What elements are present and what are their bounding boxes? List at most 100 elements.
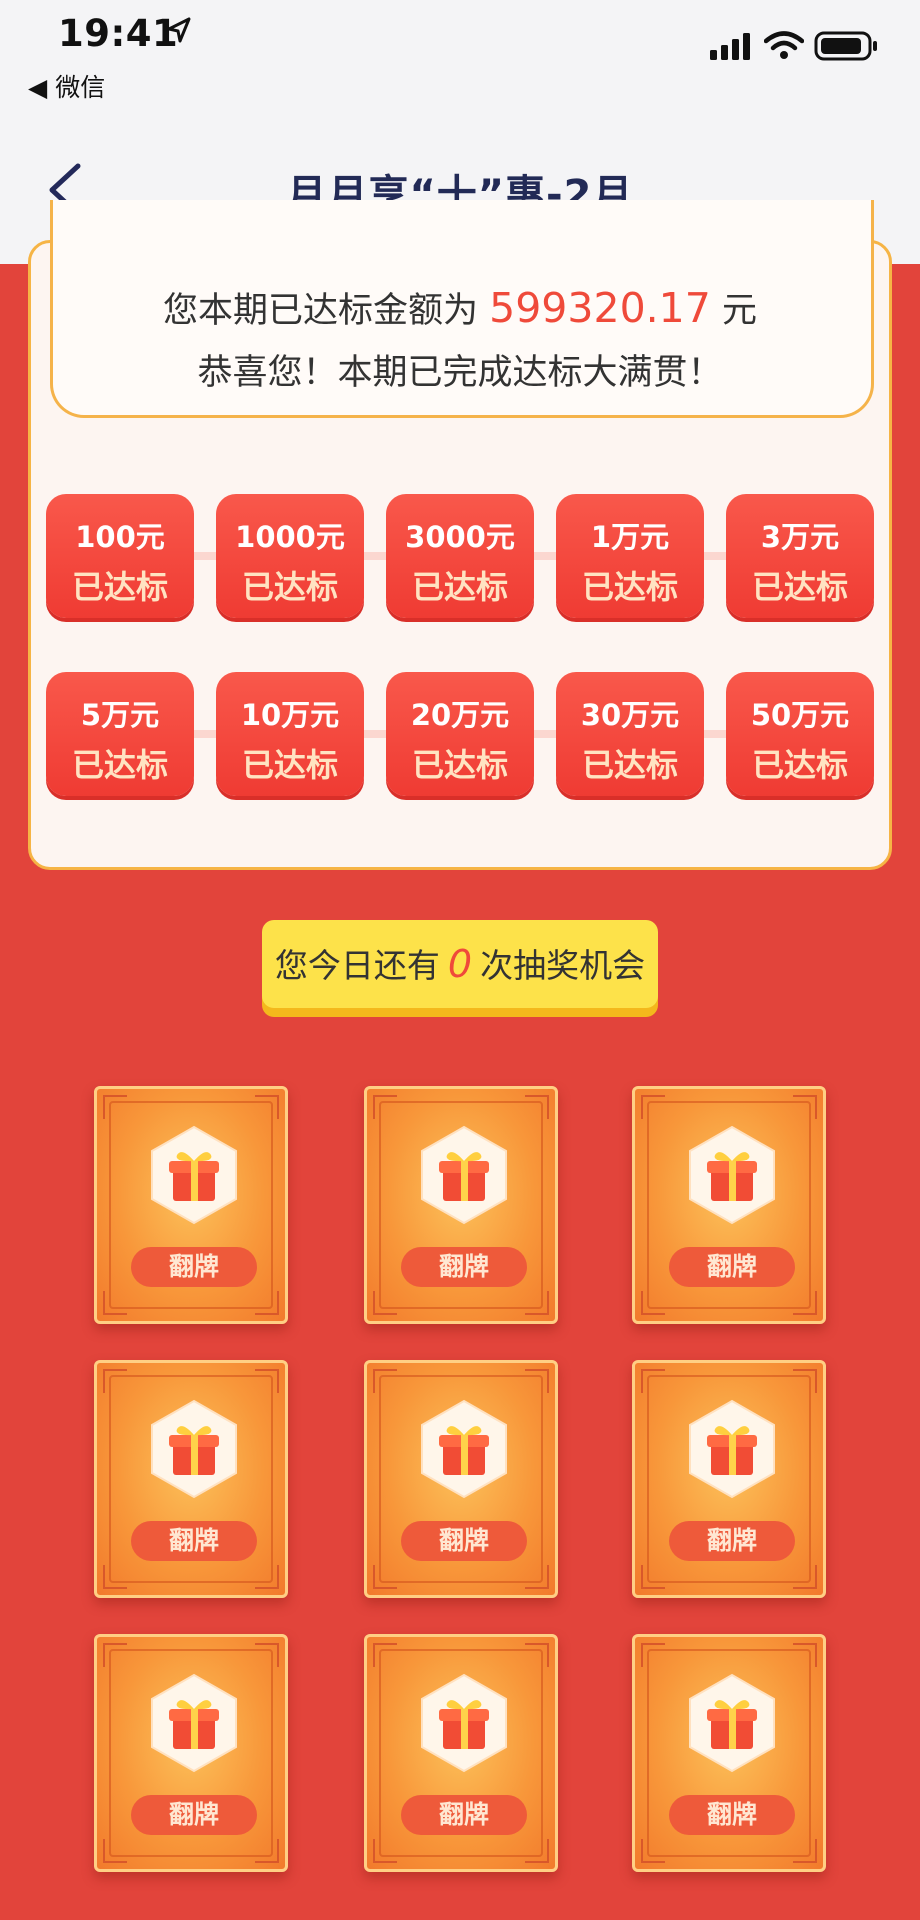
milestone-amount: 1000元 xyxy=(235,520,345,554)
lottery-chances-banner: 您今日还有 0 次抽奖机会 xyxy=(262,920,658,1008)
amount-suffix: 元 xyxy=(722,291,758,331)
milestone-amount: 50万元 xyxy=(750,698,850,732)
gift-icon xyxy=(151,1125,237,1225)
milestone-status: 已达标 xyxy=(751,568,848,606)
signal-icon xyxy=(710,33,750,60)
flip-card[interactable]: 翻牌 xyxy=(632,1634,826,1872)
milestone-row-2: 5万元 已达标 10万元已达标 20万元 已达标 30万元已达标 50万元已达标 xyxy=(0,672,920,796)
flip-card[interactable]: 翻牌 xyxy=(632,1360,826,1598)
milestone-amount: 3万元 xyxy=(760,520,840,554)
flip-card-button[interactable]: 翻牌 xyxy=(401,1795,527,1835)
card-corner xyxy=(255,1369,279,1393)
card-corner xyxy=(793,1839,817,1863)
gift-icon xyxy=(151,1399,237,1499)
card-corner xyxy=(641,1643,665,1667)
card-corner xyxy=(103,1095,127,1119)
card-corner xyxy=(793,1369,817,1393)
milestone-status: 已达标 xyxy=(751,746,848,784)
flip-card-button[interactable]: 翻牌 xyxy=(131,1795,257,1835)
gift-icon xyxy=(151,1673,237,1773)
flip-card[interactable]: 翻牌 xyxy=(364,1634,558,1872)
milestone-amount: 3000元 xyxy=(405,520,515,554)
flip-card-button[interactable]: 翻牌 xyxy=(401,1247,527,1287)
card-corner xyxy=(641,1369,665,1393)
milestone-amount: 100元 xyxy=(75,520,165,554)
chances-prefix: 您今日还有 xyxy=(274,946,440,985)
flip-card[interactable]: 翻牌 xyxy=(94,1634,288,1872)
milestone-status: 已达标 xyxy=(581,568,678,606)
milestone-amount: 1万元 xyxy=(590,520,670,554)
gift-icon xyxy=(421,1673,507,1773)
card-corner xyxy=(641,1565,665,1589)
card-corner xyxy=(525,1643,549,1667)
milestone-amount: 30万元 xyxy=(580,698,680,732)
milestone-badge: 50万元已达标 xyxy=(726,672,874,796)
card-corner xyxy=(793,1643,817,1667)
milestone-status: 已达标 xyxy=(241,746,338,784)
milestone-badge: 10万元已达标 xyxy=(216,672,364,796)
milestone-status: 已达标 xyxy=(71,568,168,606)
milestone-badge: 3000元 已达标 xyxy=(386,494,534,618)
card-corner xyxy=(103,1839,127,1863)
card-corner xyxy=(525,1291,549,1315)
milestone-badge: 1万元已达标 xyxy=(556,494,704,618)
card-corner xyxy=(103,1643,127,1667)
card-corner xyxy=(373,1369,397,1393)
card-corner xyxy=(641,1839,665,1863)
back-to-wechat[interactable]: ◀ 微信 xyxy=(28,68,105,104)
card-corner xyxy=(255,1291,279,1315)
milestone-badge: 20万元 已达标 xyxy=(386,672,534,796)
card-corner xyxy=(793,1565,817,1589)
card-corner xyxy=(255,1839,279,1863)
milestone-amount: 10万元 xyxy=(240,698,340,732)
amount-prefix: 您本期已达标金额为 xyxy=(162,291,478,331)
flip-card-button[interactable]: 翻牌 xyxy=(131,1521,257,1561)
flip-card[interactable]: 翻牌 xyxy=(94,1086,288,1324)
achieved-amount: 599320.17 xyxy=(489,284,711,332)
card-corner xyxy=(255,1565,279,1589)
card-corner xyxy=(373,1565,397,1589)
card-corner xyxy=(255,1643,279,1667)
flip-card-button[interactable]: 翻牌 xyxy=(669,1521,795,1561)
flip-card[interactable]: 翻牌 xyxy=(364,1360,558,1598)
card-corner xyxy=(103,1369,127,1393)
card-corner xyxy=(793,1095,817,1119)
gift-icon xyxy=(689,1673,775,1773)
milestone-badge: 5万元 已达标 xyxy=(46,672,194,796)
card-corner xyxy=(525,1839,549,1863)
battery-icon xyxy=(814,31,877,61)
milestone-badge: 100元已达标 xyxy=(46,494,194,618)
back-app-label: 微信 xyxy=(55,73,106,102)
flip-card[interactable]: 翻牌 xyxy=(94,1360,288,1598)
card-corner xyxy=(641,1291,665,1315)
card-corner xyxy=(525,1565,549,1589)
card-corner xyxy=(103,1291,127,1315)
flip-card-button[interactable]: 翻牌 xyxy=(669,1795,795,1835)
achieved-amount-line: 您本期已达标金额为 599320.17 元 xyxy=(0,282,920,333)
gift-icon xyxy=(421,1399,507,1499)
card-corner xyxy=(641,1095,665,1119)
flip-card[interactable]: 翻牌 xyxy=(364,1086,558,1324)
milestone-status: 已达标 xyxy=(241,568,338,606)
card-corner xyxy=(525,1095,549,1119)
location-arrow-icon xyxy=(167,17,191,43)
gift-icon xyxy=(689,1399,775,1499)
congrats-text: 恭喜您！本期已完成达标大满贯！ xyxy=(197,353,723,393)
flip-card-button[interactable]: 翻牌 xyxy=(401,1521,527,1561)
flip-card-button[interactable]: 翻牌 xyxy=(131,1247,257,1287)
milestone-row-1: 100元已达标 1000元已达标 3000元 已达标 1万元已达标 3万元已达标 xyxy=(0,494,920,618)
card-corner xyxy=(525,1369,549,1393)
milestone-status: 已达标 xyxy=(581,746,678,784)
milestone-status: 已达标 xyxy=(411,746,508,784)
card-corner xyxy=(373,1643,397,1667)
card-corner xyxy=(373,1839,397,1863)
milestone-badge: 30万元已达标 xyxy=(556,672,704,796)
milestone-badge: 3万元已达标 xyxy=(726,494,874,618)
card-corner xyxy=(793,1291,817,1315)
gift-icon xyxy=(689,1125,775,1225)
chances-suffix: 次抽奖机会 xyxy=(480,946,646,985)
milestone-badge: 1000元已达标 xyxy=(216,494,364,618)
flip-card[interactable]: 翻牌 xyxy=(632,1086,826,1324)
flip-card-button[interactable]: 翻牌 xyxy=(669,1247,795,1287)
card-corner xyxy=(373,1095,397,1119)
